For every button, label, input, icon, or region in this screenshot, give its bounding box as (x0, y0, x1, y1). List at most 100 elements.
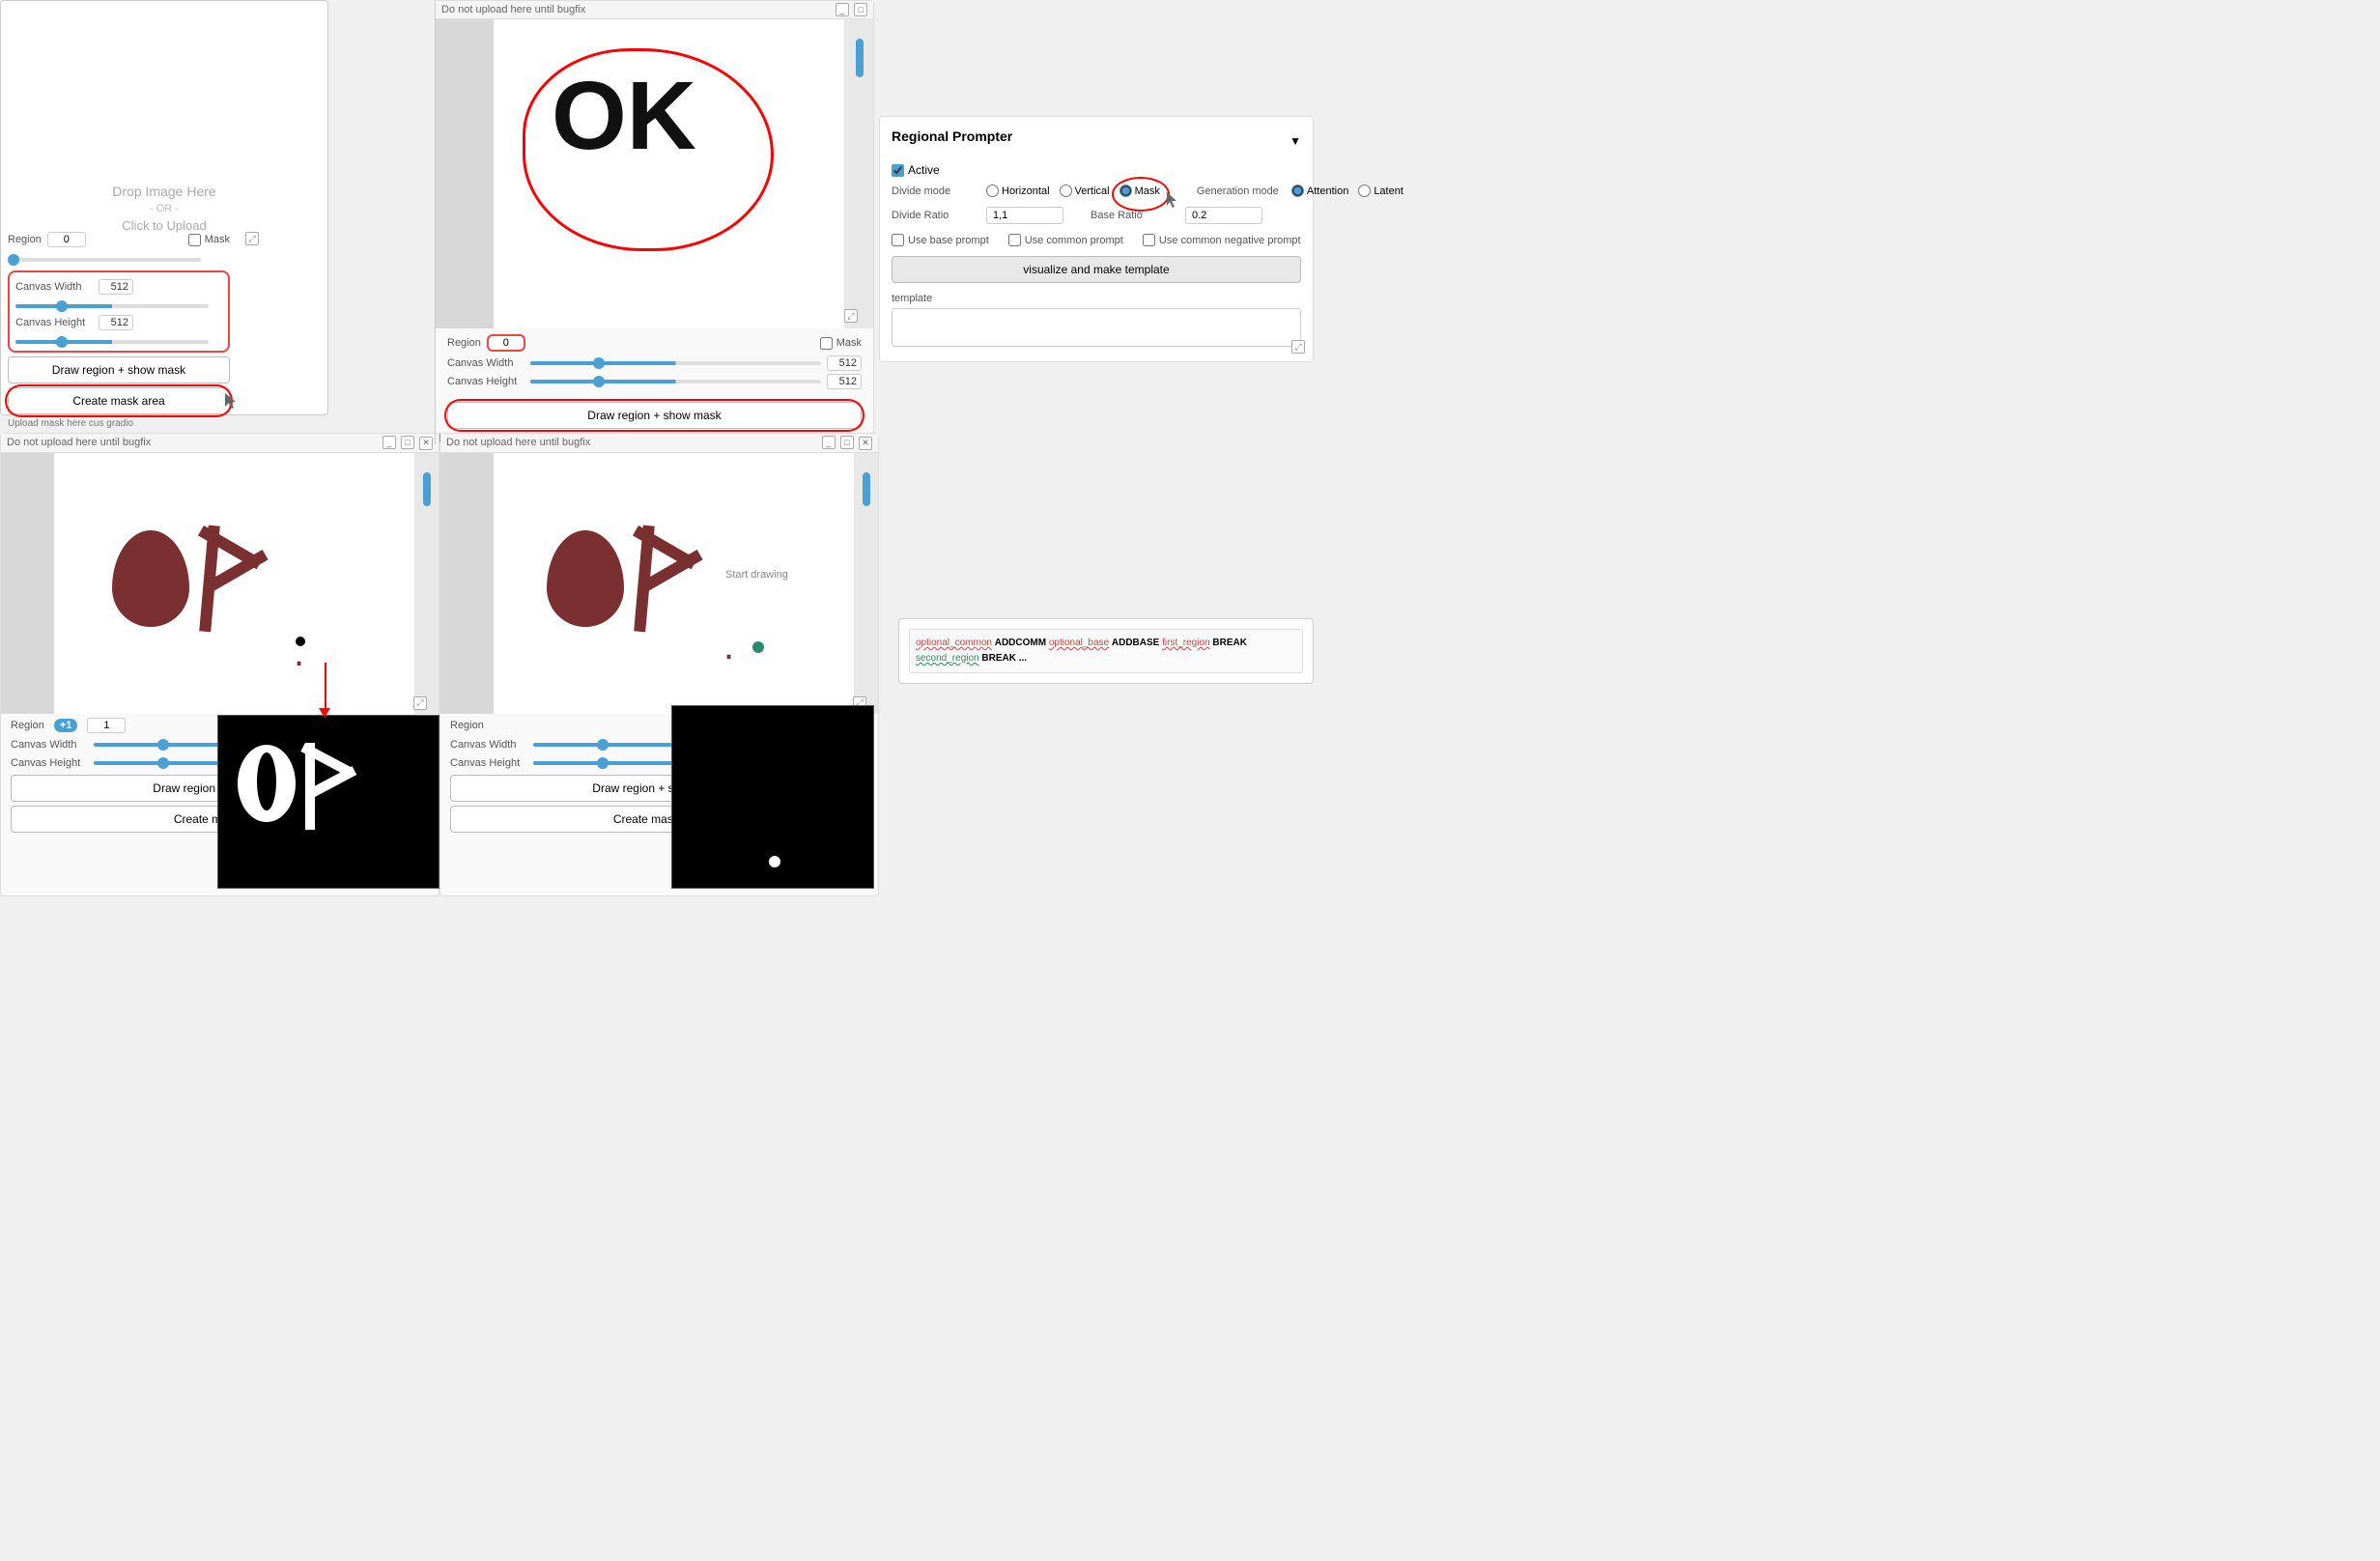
bl-scroll[interactable] (423, 472, 431, 506)
vertical-label: Vertical (1075, 185, 1110, 197)
addbase: ADDBASE (1112, 638, 1162, 648)
horizontal-radio[interactable] (986, 184, 999, 197)
period: . (294, 632, 304, 675)
click-upload-text: Click to Upload (122, 218, 206, 233)
base-ratio-input[interactable]: 0.2 (1185, 207, 1262, 224)
break-2: BREAK ... (981, 653, 1027, 664)
region-label: Region (8, 234, 42, 245)
mask-checkbox[interactable] (188, 234, 201, 246)
visualize-btn[interactable]: visualize and make template (892, 256, 1301, 283)
second-region: second_region (916, 653, 979, 664)
first-region: first_region (1162, 638, 1209, 648)
canvas-width-label: Canvas Width (15, 281, 93, 293)
bl-max[interactable]: □ (401, 436, 414, 449)
mask-label-2: Mask (836, 337, 862, 349)
use-common-prompt-cb[interactable] (1008, 234, 1021, 246)
use-base-prompt-cb[interactable] (892, 234, 904, 246)
use-common-prompt-label: Use common prompt (1025, 235, 1123, 246)
plus-one-badge: +1 (54, 719, 78, 732)
collapse-btn[interactable]: ▼ (1289, 134, 1301, 148)
bc-title-bar: Do not upload here until bugfix _ □ ✕ (440, 434, 878, 453)
rp-expand-icon[interactable]: ⤢ (1291, 340, 1305, 354)
addcomm: ADDCOMM (995, 638, 1049, 648)
mask-checkbox-2[interactable] (820, 337, 833, 350)
gen-mode-group: Attention Latent (1291, 184, 1403, 197)
optional-base: optional_base (1049, 638, 1109, 648)
divide-ratio-label: Divide Ratio (892, 210, 978, 221)
divide-ratio-input[interactable]: 1,1 (986, 207, 1063, 224)
mask-radio[interactable] (1119, 184, 1132, 197)
ch-value-2: 512 (827, 374, 862, 389)
cursor-2 (1164, 192, 1179, 213)
ok-drawing: OK (552, 68, 696, 164)
divide-mode-label: Divide mode (892, 185, 978, 197)
use-common-negative-cb[interactable] (1143, 234, 1155, 246)
canvas-width-slider[interactable] (15, 304, 209, 308)
mask-radio-label: Mask (1135, 185, 1160, 197)
attention-label: Attention (1307, 185, 1348, 197)
template-output-panel: optional_common ADDCOMM optional_base AD… (898, 618, 1314, 684)
bc-close[interactable]: ✕ (859, 437, 872, 450)
bl-min[interactable]: _ (382, 436, 396, 449)
bc-mask-dot (769, 856, 780, 867)
canvas-height-slider[interactable] (15, 340, 209, 344)
green-dot (752, 641, 764, 653)
rp-title: Regional Prompter (892, 128, 1012, 144)
ch-label-2: Canvas Height (447, 376, 524, 387)
canvas-width-value: 512 (99, 279, 133, 295)
bc-min[interactable]: _ (822, 436, 836, 449)
bc-canvas[interactable]: . Start drawing ⤢ (440, 453, 878, 714)
gen-mode-label: Generation mode (1197, 185, 1284, 197)
create-mask-btn[interactable]: Create mask area (8, 387, 230, 414)
break-1: BREAK (1212, 638, 1247, 648)
or-text: - OR - (150, 203, 179, 214)
vertical-radio[interactable] (1060, 184, 1072, 197)
bl-expand[interactable]: ⤢ (413, 696, 427, 710)
mask-o-hole (257, 752, 276, 810)
template-textarea[interactable] (892, 308, 1301, 347)
canvas-controls: Region 0 Mask Canvas Width 512 Canvas He… (436, 328, 873, 398)
use-common-negative-label: Use common negative prompt (1159, 235, 1301, 246)
region-value-2: 0 (487, 334, 525, 352)
minimize-btn[interactable]: _ (836, 3, 849, 16)
ch-slider-2[interactable] (530, 380, 821, 383)
bl-title: Do not upload here until bugfix (7, 437, 151, 448)
canvas-height-value: 512 (99, 315, 133, 330)
bc-mask-panel (671, 705, 874, 889)
panel-title-bar: Do not upload here until bugfix _ □ (436, 1, 873, 19)
expand-icon[interactable]: ⤢ (245, 232, 259, 245)
latent-label: Latent (1374, 185, 1403, 197)
upload-mask-label: Upload mask here cus gradio (8, 418, 230, 429)
bc-period: . (723, 625, 734, 668)
drop-text: Drop Image Here (112, 184, 215, 199)
bc-scroll[interactable] (863, 472, 870, 506)
active-checkbox[interactable] (892, 164, 904, 177)
bl-canvas[interactable]: . ⤢ (1, 453, 439, 714)
latent-radio[interactable] (1358, 184, 1371, 197)
region-slider[interactable] (8, 258, 201, 262)
bc-title: Do not upload here until bugfix (446, 437, 590, 448)
horizontal-label: Horizontal (1002, 185, 1050, 197)
bc-max[interactable]: □ (840, 436, 854, 449)
maximize-btn[interactable]: □ (854, 3, 867, 16)
draw-region-btn[interactable]: Draw region + show mask (8, 356, 230, 383)
cw-value-2: 512 (827, 355, 862, 371)
divider-v-2 (439, 433, 440, 442)
blob-o (112, 530, 189, 627)
canvas-area[interactable]: OK ⤢ (436, 19, 873, 328)
scroll-handle[interactable] (856, 39, 864, 77)
use-base-prompt-label: Use base prompt (908, 235, 989, 246)
attention-radio[interactable] (1291, 184, 1304, 197)
mask-label: Mask (205, 234, 230, 245)
canvas-expand-icon[interactable]: ⤢ (844, 309, 858, 323)
bl-close[interactable]: ✕ (419, 437, 433, 450)
region-value: 0 (47, 232, 86, 247)
divide-mode-group: Horizontal Vertical Mask (986, 184, 1160, 197)
active-label: Active (908, 163, 940, 177)
bl-title-bar: Do not upload here until bugfix _ □ ✕ (1, 434, 439, 453)
cw-label-2: Canvas Width (447, 357, 524, 369)
draw-region-btn-2[interactable]: Draw region + show mask (447, 402, 862, 429)
bl-region-value: 1 (87, 718, 126, 733)
cw-slider-2[interactable] (530, 361, 821, 365)
main-canvas-panel: Do not upload here until bugfix _ □ OK ⤢… (435, 0, 874, 435)
